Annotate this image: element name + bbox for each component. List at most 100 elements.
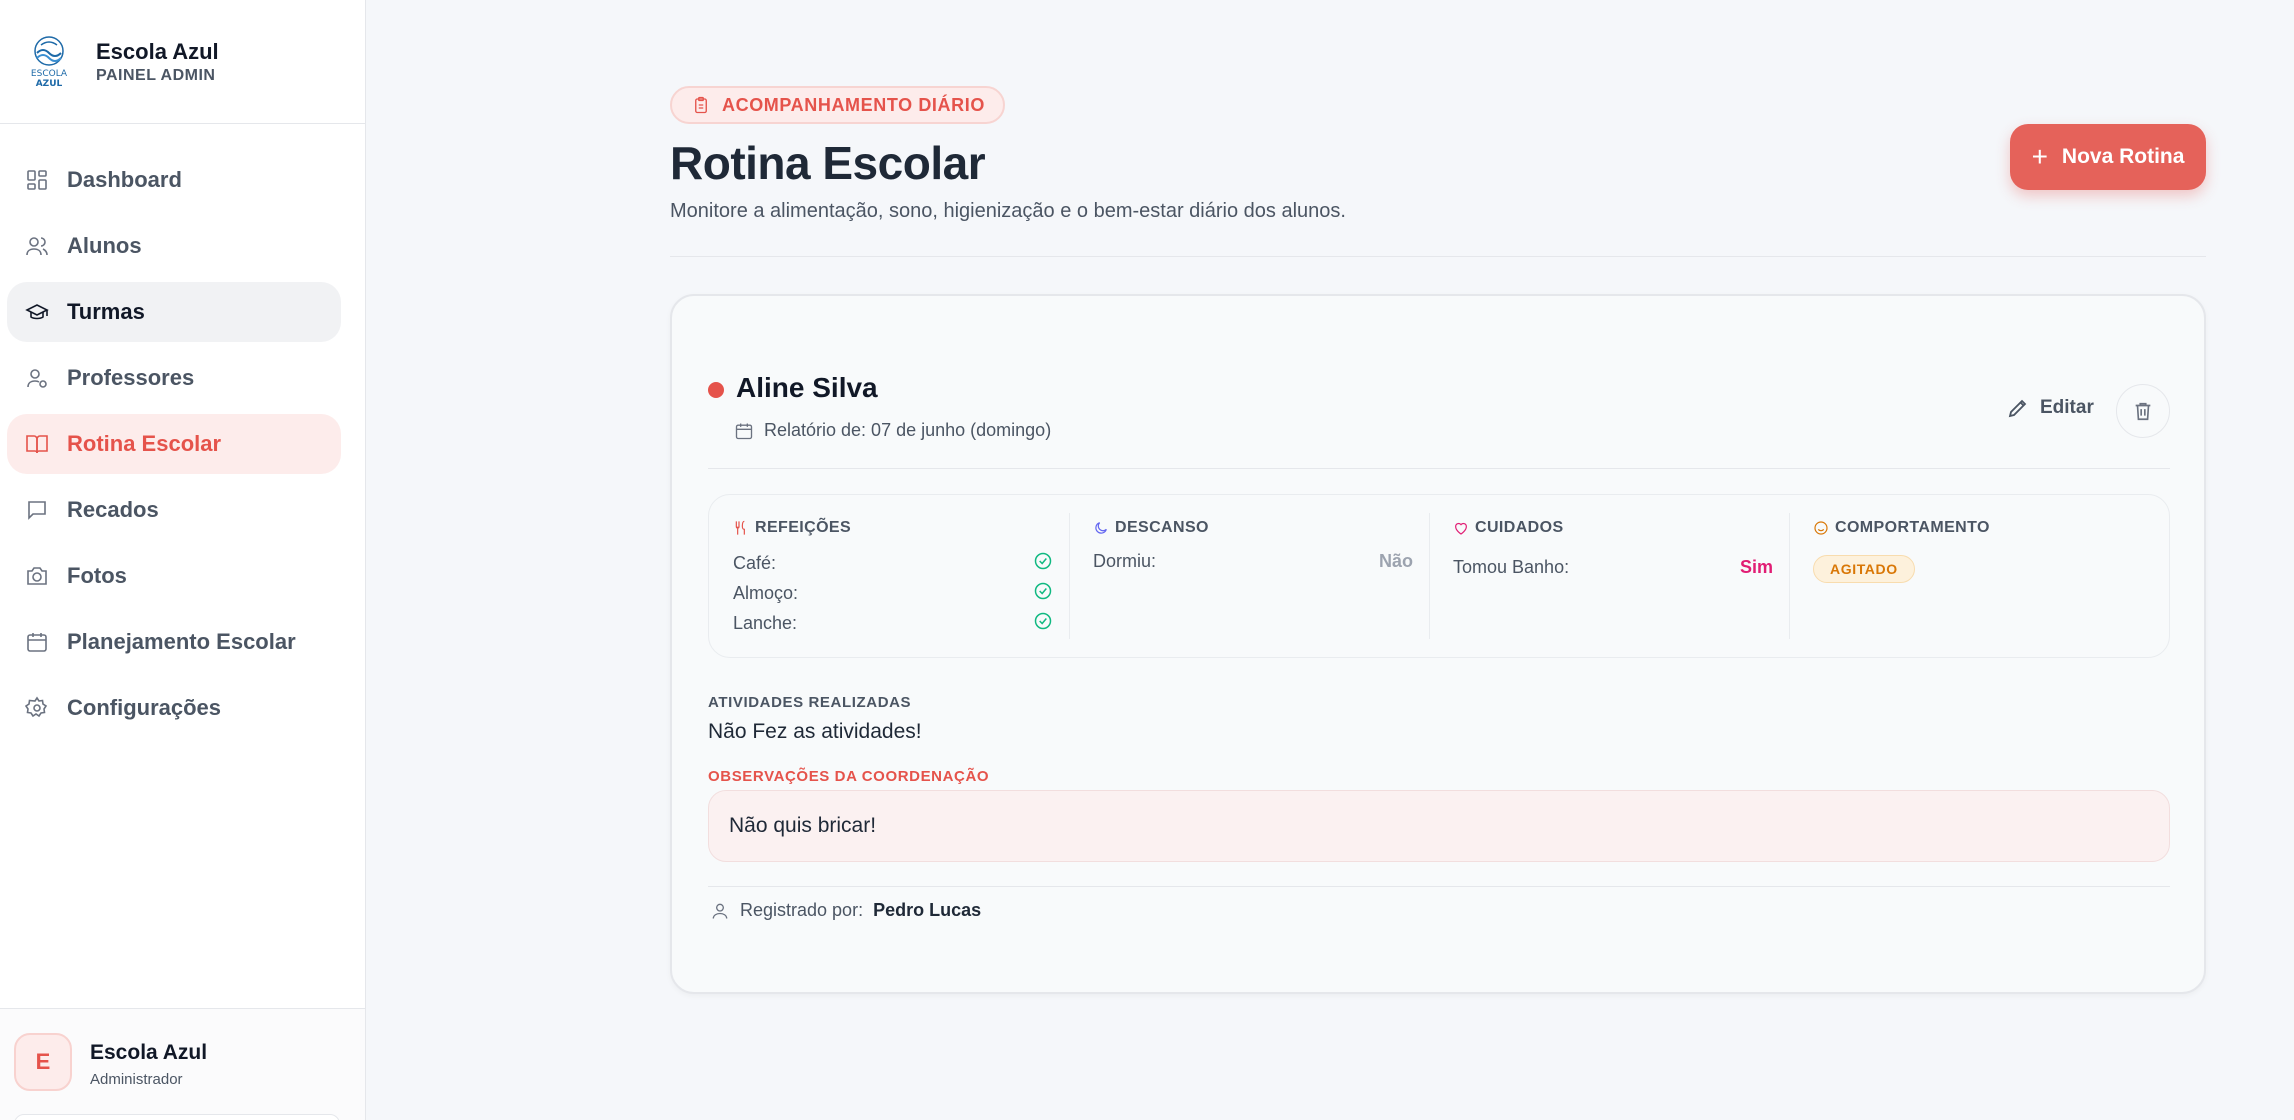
sidebar-nav: Dashboard Alunos Turmas Professores Roti… <box>0 124 365 738</box>
user-name: Escola Azul <box>90 1041 208 1064</box>
routine-stats: REFEIÇÕES Café: Almoço: Lanche: DESCANSO… <box>708 494 2170 658</box>
sidebar-item-turmas[interactable]: Turmas <box>7 282 341 342</box>
check-circle-icon <box>1033 611 1053 636</box>
user-role: Administrador <box>90 1071 183 1088</box>
sidebar-item-label: Planejamento Escolar <box>67 629 296 654</box>
moon-icon <box>1095 522 1107 534</box>
eyebrow-label: ACOMPANHAMENTO DIÁRIO <box>722 94 985 115</box>
rest-title: DESCANSO <box>1093 519 1209 537</box>
clipboard-icon <box>695 96 707 114</box>
rest-column: DESCANSO Dormiu: Não <box>1069 495 1429 659</box>
user-settings-icon <box>25 366 49 390</box>
sidebar-item-fotos[interactable]: Fotos <box>7 546 341 606</box>
logout-button-partial[interactable] <box>14 1114 340 1120</box>
routine-card: Aline Silva Relatório de: 07 de junho (d… <box>670 294 2206 994</box>
care-title-text: CUIDADOS <box>1475 519 1564 536</box>
care-label: Tomou Banho: <box>1453 557 1570 577</box>
sidebar-item-label: Turmas <box>67 299 145 324</box>
observations-label: OBSERVAÇÕES DA COORDENAÇÃO <box>708 768 990 785</box>
graduation-cap-icon <box>25 300 49 324</box>
rest-title-text: DESCANSO <box>1115 519 1209 536</box>
gear-icon <box>25 696 49 720</box>
status-dot <box>708 382 724 398</box>
meals-column: REFEIÇÕES Café: Almoço: Lanche: <box>709 495 1069 659</box>
care-value: Sim <box>1739 557 1773 577</box>
plus-icon: + <box>2031 141 2048 172</box>
rest-value: Não <box>1378 551 1413 571</box>
user-icon <box>712 903 728 919</box>
sidebar-item-label: Dashboard <box>67 167 182 192</box>
behavior-title: COMPORTAMENTO <box>1813 519 1990 537</box>
edit-button[interactable]: Editar <box>2006 396 2094 420</box>
divider <box>708 468 2170 469</box>
sidebar-item-label: Rotina Escolar <box>67 431 222 456</box>
check-circle-icon <box>1033 551 1053 576</box>
meals-title: REFEIÇÕES <box>733 519 851 537</box>
user-profile[interactable]: E Escola Azul Administrador <box>0 1008 365 1120</box>
care-title: CUIDADOS <box>1453 519 1564 537</box>
edit-label: Editar <box>2040 397 2094 418</box>
registered-by: Registrado por: Pedro Lucas <box>710 900 981 921</box>
sidebar-item-label: Configurações <box>67 695 222 720</box>
brand-subtitle: PAINEL ADMIN <box>96 66 216 84</box>
new-routine-label: Nova Rotina <box>2061 145 2185 168</box>
activities-label: ATIVIDADES REALIZADAS <box>708 694 912 711</box>
trash-icon <box>2135 402 2151 421</box>
care-row: Tomou Banho: Sim <box>1453 557 1773 578</box>
divider <box>708 886 2170 887</box>
users-icon <box>25 234 49 258</box>
registered-label: Registrado por: <box>740 900 864 920</box>
delete-button[interactable] <box>2116 384 2170 438</box>
behavior-column: COMPORTAMENTO AGITADO <box>1789 495 2149 659</box>
sidebar-item-label: Alunos <box>67 233 142 258</box>
meal-label: Almoço: <box>733 583 799 603</box>
meal-row: Lanche: <box>733 611 1053 636</box>
sidebar-item-label: Professores <box>67 365 195 390</box>
meal-label: Café: <box>733 553 777 573</box>
utensils-icon <box>735 520 745 535</box>
dashboard-icon <box>25 168 49 192</box>
heart-icon <box>1455 522 1467 535</box>
sidebar-item-dashboard[interactable]: Dashboard <box>7 150 341 210</box>
logo-text-1: ESCOLA <box>30 68 68 79</box>
page-subtitle: Monitore a alimentação, sono, higienizaç… <box>670 200 1346 222</box>
camera-icon <box>25 564 49 588</box>
calendar-icon <box>735 423 753 439</box>
behavior-badge: AGITADO <box>1813 555 1915 583</box>
section-eyebrow: ACOMPANHAMENTO DIÁRIO <box>670 86 1005 124</box>
report-date-text: Relatório de: 07 de junho (domingo) <box>764 420 1052 440</box>
report-date: Relatório de: 07 de junho (domingo) <box>734 420 1051 441</box>
smile-icon <box>1814 521 1828 535</box>
pencil-icon <box>2008 399 2027 418</box>
registered-name: Pedro Lucas <box>873 900 982 920</box>
brand: ESCOLA AZUL Escola Azul PAINEL ADMIN <box>0 0 365 124</box>
sidebar-item-planejamento[interactable]: Planejamento Escolar <box>7 612 341 672</box>
observations-box: Não quis bricar! <box>708 790 2170 862</box>
sidebar-item-rotina-escolar[interactable]: Rotina Escolar <box>7 414 341 474</box>
behavior-title-text: COMPORTAMENTO <box>1835 519 1990 536</box>
sidebar-item-alunos[interactable]: Alunos <box>7 216 341 276</box>
sidebar-item-label: Recados <box>67 497 159 522</box>
sidebar-item-recados[interactable]: Recados <box>7 480 341 540</box>
message-icon <box>25 498 49 522</box>
student-name: Aline Silva <box>736 372 878 403</box>
book-open-icon <box>25 432 49 456</box>
avatar: E <box>14 1033 72 1091</box>
new-routine-button[interactable]: + Nova Rotina <box>2010 124 2206 190</box>
sidebar-item-professores[interactable]: Professores <box>7 348 341 408</box>
sidebar-item-configuracoes[interactable]: Configurações <box>7 678 341 738</box>
care-column: CUIDADOS Tomou Banho: Sim <box>1429 495 1789 659</box>
meal-row: Almoço: <box>733 581 1053 606</box>
school-logo: ESCOLA AZUL <box>28 35 70 89</box>
meals-title-text: REFEIÇÕES <box>755 519 852 536</box>
logo-text-2: AZUL <box>35 78 63 89</box>
sidebar-item-label: Fotos <box>67 563 127 588</box>
calendar-icon <box>25 630 49 654</box>
sidebar: ESCOLA AZUL Escola Azul PAINEL ADMIN Das… <box>0 0 366 1120</box>
rest-row: Dormiu: Não <box>1093 551 1413 572</box>
meal-row: Café: <box>733 551 1053 576</box>
rest-label: Dormiu: <box>1093 551 1157 571</box>
meal-label: Lanche: <box>733 613 798 633</box>
divider <box>670 256 2206 257</box>
activities-text: Não Fez as atividades! <box>708 720 922 743</box>
